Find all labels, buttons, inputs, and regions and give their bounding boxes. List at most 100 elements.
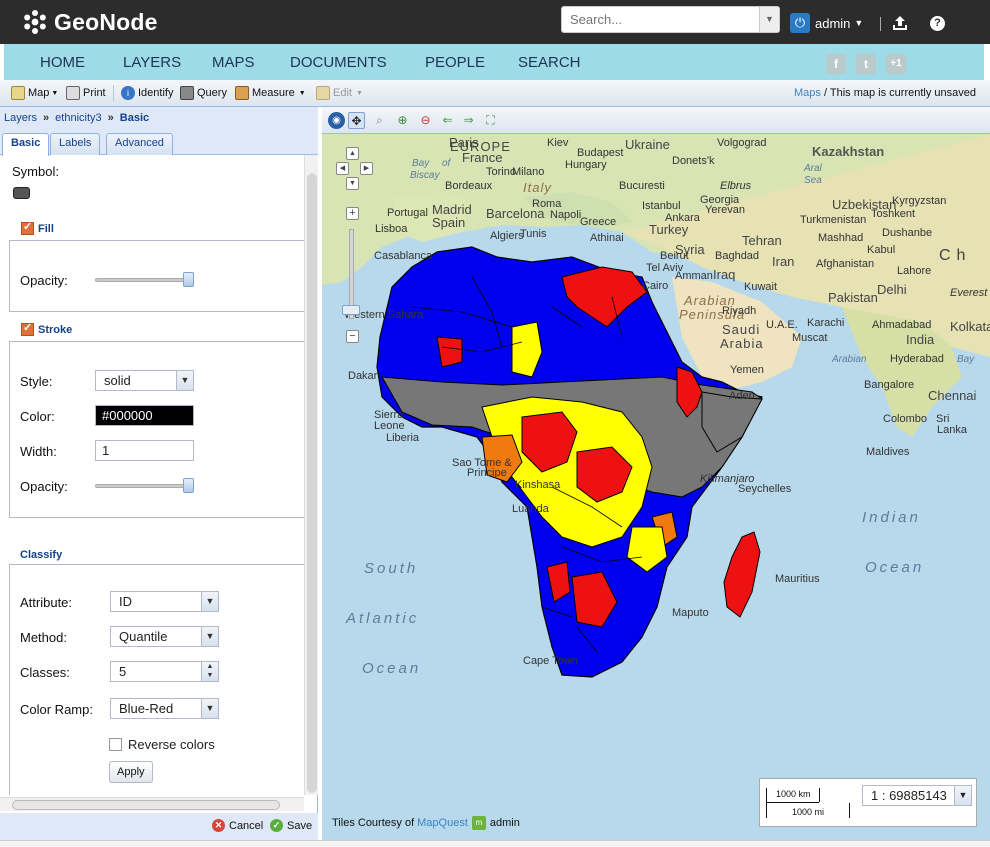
save-label: Save: [287, 819, 313, 832]
next-extent-icon[interactable]: ⇒: [460, 112, 477, 129]
fill-opacity-slider[interactable]: [95, 272, 194, 287]
chevron-down-icon[interactable]: ▼: [176, 371, 193, 390]
print-button[interactable]: Print: [66, 86, 106, 100]
upload-icon[interactable]: [892, 15, 908, 31]
zoom-in-icon[interactable]: ⊕: [394, 112, 411, 129]
nav-documents[interactable]: DOCUMENTS: [290, 54, 387, 71]
label-biscay: Biscay: [410, 170, 440, 181]
label-mauritius: Mauritius: [775, 573, 820, 585]
label-cape-town: Cape Town: [523, 655, 578, 667]
scale-select[interactable]: 1 : 69885143 ▼: [862, 785, 972, 806]
chevron-down-icon[interactable]: ▼: [201, 592, 218, 611]
facebook-icon[interactable]: f: [826, 54, 846, 74]
twitter-icon[interactable]: t: [856, 54, 876, 74]
label-china-partial: Ch: [939, 247, 972, 264]
stroke-checkbox[interactable]: [21, 321, 34, 336]
label-afghanistan: Afghanistan: [816, 258, 875, 270]
nav-people[interactable]: PEOPLE: [425, 54, 485, 71]
zoom-to-extent-icon[interactable]: ⛶: [482, 112, 499, 129]
label-napoli: Napoli: [550, 209, 582, 221]
maps-link[interactable]: Maps: [794, 87, 821, 99]
label-baghdad: Baghdad: [715, 250, 760, 262]
google-plus-icon[interactable]: +1: [886, 54, 906, 74]
breadcrumb-layers[interactable]: Layers: [4, 112, 37, 124]
label-luanda: Luanda: [512, 503, 549, 515]
zoom-in-button[interactable]: +: [346, 207, 359, 220]
stroke-opacity-slider[interactable]: [95, 478, 194, 493]
user-menu[interactable]: ⏻ admin ▼: [790, 12, 863, 34]
pan-icon[interactable]: ✥: [348, 112, 365, 129]
map-menu-button[interactable]: Map ▼: [11, 86, 58, 100]
horizontal-scrollbar[interactable]: [0, 797, 304, 811]
map-viewport[interactable]: EUROPE Kazakhstan Paris France Volgograd…: [322, 107, 990, 840]
pan-left-icon[interactable]: ◀: [336, 162, 349, 175]
nav-maps[interactable]: MAPS: [212, 54, 255, 71]
chevron-down-icon[interactable]: ▼: [954, 786, 971, 805]
label-spain: Spain: [432, 215, 466, 230]
geonode-logo[interactable]: GeoNode: [22, 7, 158, 37]
stroke-color-field[interactable]: #000000: [95, 405, 194, 426]
stroke-width-input[interactable]: 1: [95, 440, 194, 461]
classes-spinner[interactable]: 5 ▲ ▼: [110, 661, 219, 682]
label-indian: Indian: [862, 509, 921, 526]
reverse-colors-checkbox[interactable]: [109, 738, 122, 751]
pan-up-icon[interactable]: ▲: [346, 147, 359, 160]
scrollbar-thumb[interactable]: [12, 800, 280, 810]
chevron-down-icon[interactable]: ▼: [201, 627, 218, 646]
stroke-style-select[interactable]: solid ▼: [95, 370, 194, 391]
globe-icon[interactable]: ◉: [328, 112, 345, 129]
zoom-out-icon[interactable]: ⊖: [417, 112, 434, 129]
label-south: South: [364, 560, 419, 577]
zoom-out-button[interactable]: −: [346, 330, 359, 343]
label-kazakhstan: Kazakhstan: [812, 144, 885, 159]
reverse-colors-option[interactable]: Reverse colors: [109, 737, 215, 752]
symbol-swatch[interactable]: [13, 187, 30, 199]
nav-home[interactable]: HOME: [40, 54, 85, 71]
label-tehran: Tehran: [742, 233, 782, 248]
pan-down-icon[interactable]: ▼: [346, 177, 359, 190]
pan-right-icon[interactable]: ▶: [360, 162, 373, 175]
label-maputo: Maputo: [672, 607, 709, 619]
label-dakar: Dakar: [348, 370, 378, 382]
chevron-down-icon[interactable]: ▼: [201, 699, 218, 718]
fill-section-title[interactable]: Fill: [21, 220, 54, 235]
color-label: Color:: [20, 409, 55, 424]
zoom-slider-handle[interactable]: [342, 305, 360, 315]
nav-search[interactable]: SEARCH: [518, 54, 581, 71]
previous-extent-icon[interactable]: ⇐: [439, 112, 456, 129]
mapquest-link[interactable]: MapQuest: [417, 817, 468, 829]
apply-button[interactable]: Apply: [109, 761, 153, 783]
label-aral: Aral: [804, 163, 822, 174]
zoom-box-icon[interactable]: ⌕: [371, 112, 388, 129]
color-ramp-select[interactable]: Blue-Red ▼: [110, 698, 219, 719]
tab-advanced[interactable]: Advanced: [106, 133, 173, 155]
nav-layers[interactable]: LAYERS: [123, 54, 181, 71]
tab-basic[interactable]: Basic: [2, 133, 50, 156]
tab-labels[interactable]: Labels: [50, 133, 101, 155]
cancel-button[interactable]: ✕ Cancel: [212, 819, 263, 832]
page-bottom-strip: [0, 840, 990, 847]
measure-button[interactable]: Measure ▼: [235, 86, 306, 100]
edit-button[interactable]: Edit ▼: [316, 86, 363, 100]
slider-handle[interactable]: [183, 272, 194, 287]
method-select[interactable]: Quantile ▼: [110, 626, 219, 647]
stroke-section-title[interactable]: Stroke: [21, 321, 72, 336]
color-ramp-value: Blue-Red: [119, 701, 174, 716]
search-box[interactable]: ▼: [561, 6, 780, 33]
save-button[interactable]: ✓ Save: [270, 819, 312, 832]
scrollbar-thumb[interactable]: [307, 173, 317, 793]
vertical-scrollbar[interactable]: [304, 155, 318, 795]
identify-button[interactable]: i Identify: [121, 86, 173, 100]
search-dropdown-button[interactable]: ▼: [759, 7, 779, 32]
breadcrumb-layer[interactable]: ethnicity3: [55, 112, 101, 124]
slider-handle[interactable]: [183, 478, 194, 493]
scale-control: 1000 km 1000 mi 1 : 69885143 ▼: [759, 778, 977, 827]
fill-checkbox[interactable]: [21, 220, 34, 235]
search-input[interactable]: [562, 7, 756, 32]
spinner-arrows-icon[interactable]: ▲ ▼: [201, 662, 218, 681]
label-milano: Milano: [512, 166, 545, 178]
madagascar: [723, 531, 761, 618]
query-button[interactable]: Query: [180, 86, 227, 100]
attribute-select[interactable]: ID ▼: [110, 591, 219, 612]
help-icon[interactable]: ?: [930, 16, 945, 31]
